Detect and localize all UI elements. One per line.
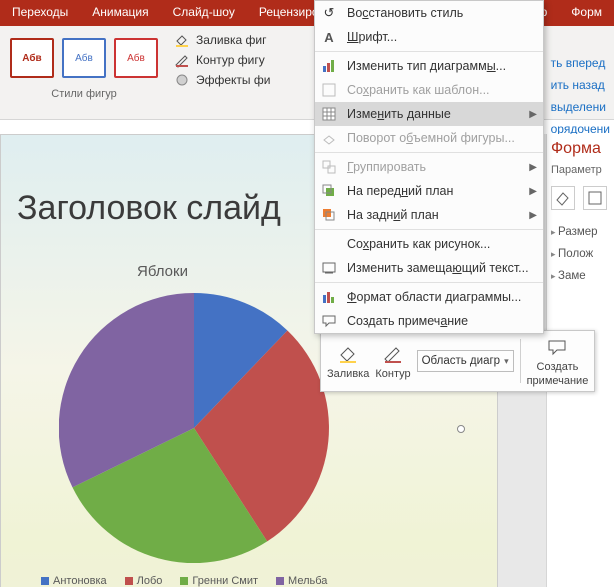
blank-icon: [319, 234, 339, 254]
shape-fill-label: Заливка фиг: [196, 33, 266, 47]
format-section-alttext[interactable]: Заме: [551, 270, 610, 282]
format-section-position[interactable]: Полож: [551, 248, 610, 260]
menu-restore-style[interactable]: ↺ Восстановить стиль: [315, 1, 543, 25]
mini-comment-button[interactable]: Создать примечание: [527, 335, 589, 387]
legend-item-3[interactable]: Гренни Смит: [180, 575, 258, 587]
paint-bucket-icon: [334, 342, 362, 366]
context-menu: ↺ Восстановить стиль A Шрифт... Изменить…: [314, 0, 544, 334]
menu-group: Группировать ▶: [315, 155, 543, 179]
menu-bring-to-front[interactable]: На передний план ▶: [315, 179, 543, 203]
menu-change-chart-type[interactable]: Изменить тип диаграммы...: [315, 54, 543, 78]
legend-item-4[interactable]: Мельба: [276, 575, 327, 587]
mini-comment-label-2: примечание: [527, 375, 589, 387]
format-pane-subtitle: Параметр: [551, 164, 610, 176]
restore-icon: ↺: [319, 3, 339, 23]
chevron-down-icon: ▾: [504, 356, 509, 367]
selection-handle[interactable]: [457, 425, 465, 433]
pen-outline-icon: [379, 342, 407, 366]
group-icon: [319, 157, 339, 177]
format-chart-icon: [319, 287, 339, 307]
legend-item-1[interactable]: Антоновка: [41, 575, 107, 587]
mini-comment-label-1: Создать: [537, 361, 579, 373]
tab-transitions[interactable]: Переходы: [0, 0, 80, 26]
size-properties-icon[interactable]: [583, 186, 607, 210]
shape-styles-label: Стили фигур: [51, 88, 116, 100]
comment-icon: [319, 311, 339, 331]
pie-chart[interactable]: [59, 293, 329, 563]
send-back-icon: [319, 205, 339, 225]
shape-fill-button[interactable]: Заливка фиг: [174, 32, 270, 48]
tab-format[interactable]: Форм: [559, 0, 614, 26]
shape-outline-label: Контур фигу: [196, 53, 265, 67]
chevron-right-icon: ▶: [529, 210, 537, 221]
chevron-right-icon: ▶: [529, 186, 537, 197]
chevron-right-icon: ▶: [529, 162, 537, 173]
menu-edit-data[interactable]: Изменить данные ▶: [315, 102, 543, 126]
mini-fill-label: Заливка: [327, 368, 369, 380]
menu-format-chart-area[interactable]: Формат области диаграммы...: [315, 285, 543, 309]
arrange-links: ть вперед ить назад выделени орядочени: [551, 56, 610, 136]
menu-edit-alt-text[interactable]: Изменить замещающий текст...: [315, 256, 543, 280]
shape-style-1[interactable]: Абв: [10, 38, 54, 78]
format-pane-title: Форма: [551, 140, 610, 158]
send-backward-link[interactable]: ить назад: [551, 78, 610, 92]
selection-pane-link[interactable]: выделени: [551, 100, 610, 114]
shape-effects-label: Эффекты фи: [196, 73, 270, 87]
mini-combo-label: Область диагр: [422, 355, 500, 367]
fill-line-icon[interactable]: [551, 186, 575, 210]
shape-effects-button[interactable]: Эффекты фи: [174, 72, 270, 88]
pen-outline-icon: [174, 52, 190, 68]
shape-styles-group: Абв Абв Абв Стили фигур: [0, 26, 164, 119]
menu-send-to-back[interactable]: На задний план ▶: [315, 203, 543, 227]
tab-animation[interactable]: Анимация: [80, 0, 160, 26]
font-a-icon: A: [319, 27, 339, 47]
edit-data-icon: [319, 104, 339, 124]
shape-outline-button[interactable]: Контур фигу: [174, 52, 270, 68]
rotate-3d-icon: [319, 128, 339, 148]
alt-text-icon: [319, 258, 339, 278]
mini-outline-label: Контур: [375, 368, 410, 380]
mini-chart-element-combo[interactable]: Область диагр ▾: [417, 350, 514, 372]
save-template-icon: [319, 80, 339, 100]
chevron-right-icon: ▶: [529, 109, 537, 120]
chart-title[interactable]: Яблоки: [137, 263, 188, 280]
mini-outline-button[interactable]: Контур: [375, 342, 410, 380]
menu-font[interactable]: A Шрифт...: [315, 25, 543, 49]
shape-style-3[interactable]: Абв: [114, 38, 158, 78]
tab-slideshow[interactable]: Слайд-шоу: [161, 0, 247, 26]
menu-save-as-picture[interactable]: Сохранить как рисунок...: [315, 232, 543, 256]
chart-type-icon: [319, 56, 339, 76]
bring-front-icon: [319, 181, 339, 201]
paint-bucket-icon: [174, 32, 190, 48]
legend-item-2[interactable]: Лобо: [125, 575, 163, 587]
effects-icon: [174, 72, 190, 88]
menu-3d-rotation: Поворот объемной фигуры...: [315, 126, 543, 150]
shape-style-2[interactable]: Абв: [62, 38, 106, 78]
menu-new-comment[interactable]: Создать примечание: [315, 309, 543, 333]
comment-icon: [543, 335, 571, 359]
format-section-size[interactable]: Размер: [551, 226, 610, 238]
mini-fill-button[interactable]: Заливка: [327, 342, 369, 380]
mini-toolbar: Заливка Контур Область диагр ▾ Создать п…: [320, 330, 595, 392]
bring-forward-link[interactable]: ть вперед: [551, 56, 610, 70]
shape-fill-group: Заливка фиг Контур фигу Эффекты фи: [164, 26, 274, 119]
menu-save-template: Сохранить как шаблон...: [315, 78, 543, 102]
slide-title[interactable]: Заголовок слайд: [17, 189, 281, 228]
chart-legend: Антоновка Лобо Гренни Смит Мельба: [41, 575, 327, 587]
